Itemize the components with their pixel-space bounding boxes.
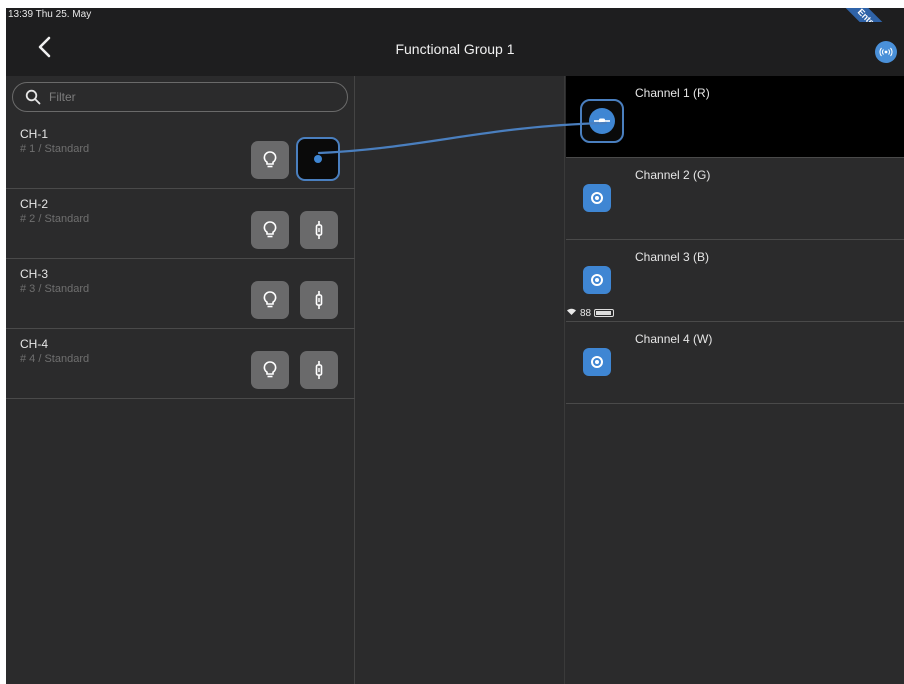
plug-icon [315, 221, 323, 239]
device-list-panel: CH-1 # 1 / Standard CH-2 # 2 / Standard [6, 76, 355, 684]
connector-button[interactable] [300, 281, 338, 319]
channel-row-2[interactable]: Channel 2 (G) [566, 158, 904, 240]
channel-connector[interactable] [583, 184, 611, 212]
device-subtitle: # 1 / Standard [20, 143, 90, 155]
connector-button-linked[interactable] [296, 137, 340, 181]
target-dot-icon [591, 192, 603, 204]
search-icon [25, 89, 41, 105]
connector-button[interactable] [300, 211, 338, 249]
filter-field[interactable] [12, 82, 348, 112]
channel-connector-linked[interactable] [580, 99, 624, 143]
target-dot-icon [591, 274, 603, 286]
channel-connector[interactable] [583, 266, 611, 294]
target-dot-icon [591, 356, 603, 368]
identify-button[interactable] [251, 141, 289, 179]
device-name: CH-3 [20, 267, 49, 281]
plug-icon [315, 291, 323, 309]
patch-area [355, 76, 565, 684]
linked-plug-icon [589, 108, 615, 134]
filter-input[interactable] [49, 90, 329, 104]
device-name: CH-1 [20, 127, 49, 141]
channel-row-1[interactable]: Channel 1 (R) [566, 76, 904, 158]
status-time: 13:39 Thu 25. May [8, 9, 92, 20]
device-subtitle: # 3 / Standard [20, 283, 90, 295]
channel-row-3[interactable]: Channel 3 (B) [566, 240, 904, 322]
identify-button[interactable] [251, 211, 289, 249]
channel-label: Channel 3 (B) [635, 250, 710, 264]
channel-label: Channel 1 (R) [635, 86, 710, 100]
status-bar: 13:39 Thu 25. May 88 Enterprise [6, 8, 904, 319]
device-row-ch4[interactable]: CH-4 # 4 / Standard [6, 329, 355, 399]
nav-bar: Functional Group 1 [6, 22, 904, 76]
identify-button[interactable] [251, 281, 289, 319]
channel-connector[interactable] [583, 348, 611, 376]
device-row-ch2[interactable]: CH-2 # 2 / Standard [6, 189, 355, 259]
connector-button[interactable] [300, 351, 338, 389]
connector-dot-icon [314, 155, 322, 163]
identify-button[interactable] [251, 351, 289, 389]
device-name: CH-4 [20, 337, 49, 351]
channel-label: Channel 4 (W) [635, 332, 713, 346]
channel-row-4[interactable]: Channel 4 (W) [566, 322, 904, 404]
device-row-ch3[interactable]: CH-3 # 3 / Standard [6, 259, 355, 329]
device-subtitle: # 4 / Standard [20, 353, 90, 365]
device-row-ch1[interactable]: CH-1 # 1 / Standard [6, 119, 355, 189]
broadcast-icon [879, 47, 893, 57]
device-subtitle: # 2 / Standard [20, 213, 90, 225]
bulb-icon [263, 291, 277, 308]
bulb-icon [263, 361, 277, 378]
page-title: Functional Group 1 [395, 41, 515, 57]
channel-list-panel: Channel 1 (R) Channel 2 (G) Channel 3 (B… [566, 76, 904, 684]
bulb-icon [263, 221, 277, 238]
broadcast-button[interactable] [875, 41, 897, 63]
bulb-icon [263, 151, 277, 168]
screen: 13:39 Thu 25. May 88 Enterprise Function… [6, 8, 904, 684]
device-name: CH-2 [20, 197, 49, 211]
plug-icon [315, 361, 323, 379]
channel-label: Channel 2 (G) [635, 168, 711, 182]
